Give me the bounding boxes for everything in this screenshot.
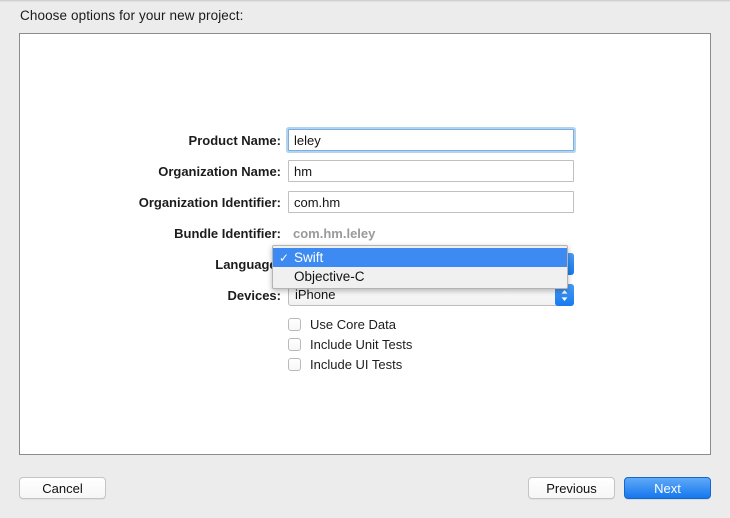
checkbox-box[interactable]	[288, 337, 301, 351]
bundle-identifier-value: com.hm.leley	[293, 226, 376, 241]
bundle-identifier-label: Bundle Identifier:	[174, 226, 281, 241]
language-label: Language:	[215, 257, 281, 272]
field-row-bundle-identifier: Bundle Identifier: com.hm.leley	[20, 222, 712, 246]
menu-item-label: Objective-C	[294, 269, 365, 284]
language-dropdown-menu[interactable]: ✓ Swift Objective-C	[272, 245, 568, 289]
product-name-label: Product Name:	[188, 133, 281, 148]
previous-button[interactable]: Previous	[528, 477, 615, 499]
checkbox-include-ui-tests[interactable]: Include UI Tests	[288, 354, 402, 374]
menu-item-label: Swift	[294, 250, 324, 265]
field-row-organization-identifier: Organization Identifier:	[20, 191, 712, 215]
organization-identifier-input[interactable]	[288, 191, 574, 213]
options-panel: Product Name: Organization Name: Organiz…	[19, 33, 711, 455]
devices-label: Devices:	[227, 288, 281, 303]
page-title: Choose options for your new project:	[20, 8, 244, 23]
devices-popup-value: iPhone	[295, 287, 336, 302]
checkbox-box[interactable]	[288, 317, 301, 331]
organization-name-label: Organization Name:	[158, 164, 281, 179]
organization-identifier-label: Organization Identifier:	[138, 195, 281, 210]
checkbox-use-core-data[interactable]: Use Core Data	[288, 314, 396, 334]
checkbox-box[interactable]	[288, 357, 301, 371]
menu-item-objective-c[interactable]: Objective-C	[273, 267, 567, 286]
checkbox-label: Include Unit Tests	[310, 336, 413, 352]
next-button[interactable]: Next	[624, 477, 711, 499]
cancel-button[interactable]: Cancel	[19, 477, 106, 499]
checkbox-label: Include UI Tests	[310, 356, 403, 372]
field-row-organization-name: Organization Name:	[20, 160, 712, 184]
menu-item-swift[interactable]: ✓ Swift	[273, 248, 567, 267]
product-name-input[interactable]	[288, 129, 574, 151]
checkbox-include-unit-tests[interactable]: Include Unit Tests	[288, 334, 412, 354]
organization-name-input[interactable]	[288, 160, 574, 182]
field-row-product-name: Product Name:	[20, 129, 712, 153]
window-top-hairline	[0, 0, 730, 2]
checkbox-label: Use Core Data	[310, 316, 396, 332]
checkmark-icon: ✓	[279, 250, 290, 265]
